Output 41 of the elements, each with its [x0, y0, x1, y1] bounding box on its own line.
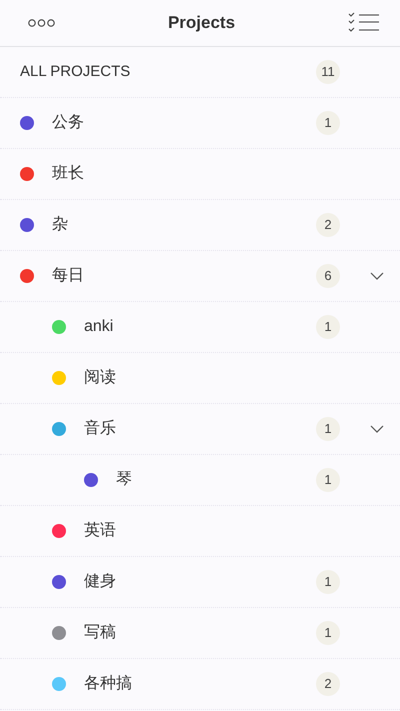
project-name: 阅读 — [84, 368, 117, 388]
count-badge: 1 — [316, 417, 340, 441]
project-row[interactable]: 健身 1 — [0, 557, 400, 608]
project-row[interactable]: 音乐 1 — [0, 404, 400, 455]
project-row[interactable]: 英语 — [0, 506, 400, 557]
project-name: 班长 — [52, 164, 85, 184]
project-row[interactable]: 杂 2 — [0, 200, 400, 251]
checklist-icon[interactable] — [348, 12, 380, 34]
project-row[interactable]: 阅读 — [0, 353, 400, 404]
project-name: 每日 — [52, 266, 85, 286]
project-row[interactable]: 各种搞 2 — [0, 659, 400, 710]
project-name: 健身 — [84, 572, 117, 592]
all-projects-label: ALL PROJECTS — [20, 62, 132, 82]
project-row[interactable]: 琴 1 — [0, 455, 400, 506]
project-row[interactable]: 写稿 1 — [0, 608, 400, 659]
count-badge: 2 — [316, 213, 340, 237]
project-row[interactable]: 每日 6 — [0, 251, 400, 302]
project-row[interactable]: 公务 1 — [0, 98, 400, 149]
project-row[interactable]: 班长 — [0, 149, 400, 200]
project-name: 写稿 — [84, 622, 117, 643]
page-title: Projects — [168, 12, 236, 34]
count-badge: 6 — [316, 264, 340, 288]
project-name: anki — [84, 317, 114, 337]
count-badge: 1 — [316, 570, 340, 594]
all-projects-row[interactable]: ALL PROJECTS 11 — [0, 47, 400, 98]
chevron-icon[interactable] — [370, 272, 384, 280]
chevron-icon[interactable] — [370, 425, 384, 433]
project-row[interactable]: anki 1 — [0, 302, 400, 353]
count-badge: 1 — [316, 315, 340, 339]
project-name: 各种搞 — [84, 674, 133, 694]
count-badge: 11 — [316, 60, 340, 84]
more-icon[interactable] — [28, 19, 55, 27]
count-badge: 1 — [316, 468, 340, 492]
count-badge: 1 — [316, 111, 340, 135]
count-badge: 2 — [316, 672, 340, 696]
count-badge: 1 — [316, 621, 340, 645]
project-name: 音乐 — [84, 418, 117, 439]
project-name: 公务 — [52, 113, 85, 133]
project-name: 英语 — [84, 520, 117, 541]
project-name: 琴 — [116, 470, 133, 490]
project-name: 杂 — [52, 214, 69, 235]
